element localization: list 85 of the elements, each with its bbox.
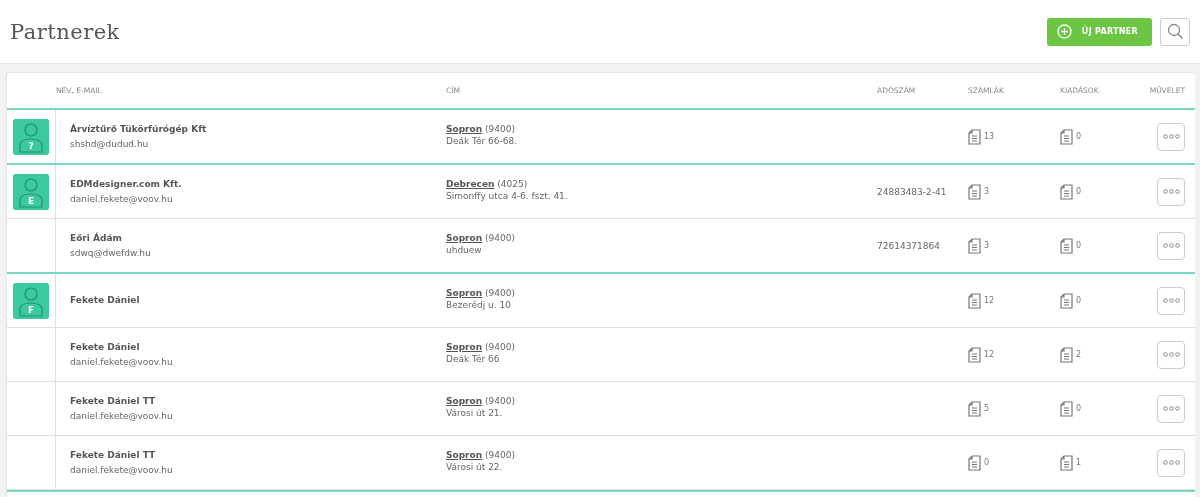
- partner-email: daniel.fekete@voov.hu: [70, 463, 174, 477]
- city-link[interactable]: Sopron: [446, 288, 483, 298]
- partner-name: Árvíztűrő Tükörfúrógép Kft: [70, 122, 208, 136]
- expense-count: 1: [1076, 458, 1082, 467]
- zip-code: (9400): [485, 288, 515, 298]
- city-link[interactable]: Sopron: [446, 233, 483, 243]
- document-icon: [1060, 454, 1073, 471]
- zip-code: (9400): [485, 396, 515, 406]
- tax-number: 24883483-2-41: [877, 186, 947, 197]
- document-icon: [1060, 237, 1073, 254]
- dots-icon: [1162, 243, 1180, 248]
- document-icon: [968, 292, 981, 309]
- zip-code: (9400): [485, 450, 515, 460]
- document-icon: [968, 237, 981, 254]
- invoice-count: 3: [984, 241, 990, 250]
- expense-count: 0: [1076, 187, 1082, 196]
- avatar: F: [13, 282, 49, 319]
- city-link[interactable]: Sopron: [446, 124, 483, 134]
- partner-name: Eőri Ádám: [70, 231, 123, 245]
- document-icon: [968, 183, 981, 200]
- dots-icon: [1162, 134, 1180, 139]
- dots-icon: [1162, 406, 1180, 411]
- document-icon: [968, 346, 981, 363]
- partner-name: Fekete Dániel: [70, 294, 141, 307]
- partner-email: daniel.fekete@voov.hu: [70, 192, 174, 206]
- dots-icon: [1162, 189, 1180, 194]
- partner-name: Fekete Dániel TT: [70, 448, 157, 462]
- document-icon: [968, 454, 981, 471]
- street-address: Deák Tér 66-68.: [446, 135, 519, 148]
- invoice-count: 12: [984, 296, 995, 305]
- expense-count: 2: [1076, 350, 1082, 359]
- plus-icon: [1056, 24, 1072, 39]
- dots-icon: [1162, 460, 1180, 465]
- expense-count: 0: [1076, 132, 1082, 141]
- street-address: Bezerédj u. 10: [446, 299, 512, 312]
- partner-email: daniel.fekete@voov.hu: [70, 355, 174, 369]
- expense-count: 0: [1076, 296, 1082, 305]
- document-icon: [968, 128, 981, 145]
- avatar: ?: [13, 118, 49, 155]
- partner-email: sdwq@dwefdw.hu: [70, 246, 152, 260]
- city-link[interactable]: Debrecen: [446, 179, 495, 189]
- more-button[interactable]: [1157, 286, 1185, 315]
- tax-number: 72614371864: [877, 240, 940, 251]
- zip-code: (9400): [485, 233, 515, 243]
- city-link[interactable]: Sopron: [446, 342, 483, 352]
- city-link[interactable]: Sopron: [446, 450, 483, 460]
- page-title: Partnerek: [10, 19, 121, 44]
- invoice-count: 13: [984, 132, 995, 141]
- zip-code: (4025): [497, 179, 528, 189]
- invoice-count: 3: [984, 187, 990, 196]
- document-icon: [1060, 400, 1073, 417]
- street-address: Deák Tér 66: [446, 353, 501, 366]
- partner-email: shshd@dudud.hu: [70, 137, 150, 151]
- document-icon: [1060, 183, 1073, 200]
- zip-code: (9400): [485, 124, 515, 134]
- expense-count: 0: [1076, 404, 1082, 413]
- invoice-count: 5: [984, 404, 990, 413]
- street-address: Simonffy utca 4-6. fszt. 41.: [446, 190, 569, 203]
- expense-count: 0: [1076, 241, 1082, 250]
- document-icon: [1060, 346, 1073, 363]
- document-icon: [1060, 292, 1073, 309]
- more-button[interactable]: [1157, 231, 1185, 260]
- search-icon: [1166, 23, 1184, 40]
- more-button[interactable]: [1157, 177, 1185, 206]
- partner-email: daniel.fekete@voov.hu: [70, 409, 174, 423]
- more-button[interactable]: [1157, 340, 1185, 369]
- dots-icon: [1162, 352, 1180, 357]
- invoice-count: 0: [984, 458, 990, 467]
- more-button[interactable]: [1157, 448, 1185, 477]
- street-address: uhduew: [446, 244, 483, 257]
- search-button[interactable]: [1160, 17, 1190, 46]
- dots-icon: [1162, 298, 1180, 303]
- invoice-count: 12: [984, 350, 995, 359]
- more-button[interactable]: [1157, 394, 1185, 423]
- more-button[interactable]: [1157, 122, 1185, 151]
- partner-name: Fekete Dániel: [70, 340, 141, 354]
- street-address: Városi út 22.: [446, 461, 504, 474]
- partner-name: EDMdesigner.com Kft.: [70, 177, 183, 191]
- document-icon: [1060, 128, 1073, 145]
- city-link[interactable]: Sopron: [446, 396, 483, 406]
- avatar: E: [13, 173, 49, 210]
- street-address: Városi út 21.: [446, 407, 504, 420]
- partner-name: Fekete Dániel TT: [70, 394, 157, 408]
- zip-code: (9400): [485, 342, 515, 352]
- document-icon: [968, 400, 981, 417]
